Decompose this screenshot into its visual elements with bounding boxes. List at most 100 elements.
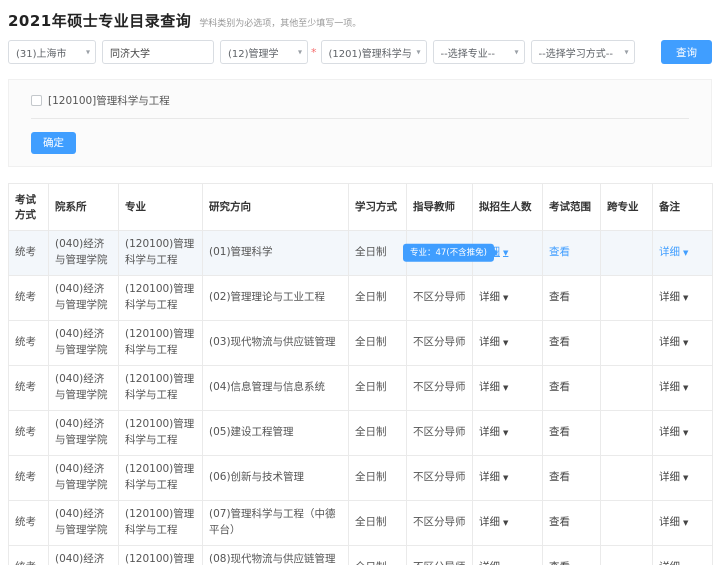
caret-down-icon: ▼ [503,338,509,347]
exam-scope-view-link[interactable]: 查看 [549,516,570,528]
advisor-cell: 不区分导师 [413,290,466,303]
caret-down-icon: ▼ [503,248,509,257]
remarks-detail-link[interactable]: 详细▼ [659,291,688,303]
discipline-category-select[interactable]: (12)管理学 ▾ [220,40,308,64]
major-cell: (120100)管理科学与工程 [125,508,195,536]
column-header-advisor: 指导教师 [406,182,473,231]
study-mode-cell: 全日制 [355,335,387,348]
remarks-detail-link[interactable]: 详细▼ [659,246,688,258]
major-cell: (120100)管理科学与工程 [125,328,195,356]
caret-down-icon: ▼ [683,248,689,257]
checkbox-icon[interactable] [31,95,42,106]
remarks-detail-link[interactable]: 详细▼ [659,516,688,528]
remarks-detail-link[interactable]: 详细▼ [659,336,688,348]
enrollment-detail-link[interactable]: 详细▼ [479,471,508,483]
department-cell: (040)经济与管理学院 [55,463,108,491]
research-direction-cell: (01)管理科学 [209,245,273,258]
study-mode-select-value: --选择学习方式-- [538,48,613,60]
department-cell: (040)经济与管理学院 [55,553,105,565]
advisor-cell: 不区分导师 [413,425,466,438]
department-cell: (040)经济与管理学院 [55,238,108,266]
caret-down-icon: ▼ [683,293,689,302]
exam-type-cell: 统考 [15,245,36,258]
table-row: 统考 (040)经济与管理学院 (120100)管理科学与工程 (04)信息管理… [8,364,713,411]
cross-major-cell [600,409,653,456]
required-asterisk: * [311,45,317,59]
major-select-value: --选择专业-- [440,48,495,60]
major-cell: (120100)管理科学与工程 [125,463,195,491]
cross-major-cell [600,364,653,411]
column-header-research-direction: 研究方向 [202,182,349,231]
study-mode-select[interactable]: --选择学习方式-- ▾ [530,40,635,64]
major-cell: (120100)管理科学与工程 [125,418,195,446]
province-select[interactable]: (31)上海市 ▾ [8,40,96,64]
exam-scope-view-link[interactable]: 查看 [549,471,570,483]
enrollment-detail-link[interactable]: 详细▼ [479,336,508,348]
exam-scope-view-link[interactable]: 查看 [549,381,570,393]
chevron-down-icon: ▾ [624,47,629,57]
exam-scope-view-link[interactable]: 查看 [549,561,570,565]
exam-scope-view-link[interactable]: 查看 [549,336,570,348]
enrollment-detail-label: 详细 [479,425,500,438]
major-select[interactable]: --选择专业-- ▾ [432,40,525,64]
table-body: 统考 (040)经济与管理学院 (120100)管理科学与工程 (01)管理科学… [8,229,713,565]
chevron-down-icon: ▾ [85,47,90,57]
caret-down-icon: ▼ [503,428,509,437]
remarks-detail-link[interactable]: 详细▼ [659,426,688,438]
caret-down-icon: ▼ [503,293,509,302]
remarks-detail-link[interactable]: 详细▼ [659,381,688,393]
exam-scope-view-link[interactable]: 查看 [549,426,570,438]
column-header-exam-scope: 考试范围 [542,182,601,231]
enrollment-detail-label: 详细 [479,335,500,348]
university-input[interactable] [102,40,214,64]
cross-major-cell [600,274,653,321]
remarks-detail-label: 详细 [659,425,680,438]
table-row: 统考 (040)经济与管理学院 (120100)管理科学与工程 (03)现代物流… [8,319,713,366]
table-header-row: 考试方式 院系所 专业 研究方向 学习方式 指导教师 拟招生人数 考试范围 跨专… [8,182,713,231]
enrollment-detail-link[interactable]: 详细▼ [479,516,508,528]
column-header-cross-major: 跨专业 [600,182,653,231]
column-header-study-mode: 学习方式 [348,182,407,231]
enrollment-detail-label: 详细 [479,470,500,483]
research-direction-cell: (07)管理科学与工程（中德平台） [209,508,336,536]
enrollment-detail-link[interactable]: 详细▼ [479,291,508,303]
table-row: 统考 (040)经济与管理学院 (120100)管理科学与工程 (08)现代物流… [8,544,713,565]
major-cell: (120100)管理科学与工程 [125,283,195,311]
discipline-select-value: (1201)管理科学与 [328,48,412,60]
major-cell: (120100)管理科学与工程 [125,553,195,565]
study-mode-cell: 全日制 [355,380,387,393]
caret-down-icon: ▼ [683,518,689,527]
major-checkbox-row[interactable]: [120100]管理科学与工程 [31,89,689,118]
enrollment-detail-link[interactable]: 详细▼ [479,426,508,438]
province-select-value: (31)上海市 [16,48,67,60]
remarks-detail-link[interactable]: 详细▼ [659,471,688,483]
panel-divider [31,118,689,119]
study-mode-cell: 全日制 [355,245,387,258]
remarks-detail-label: 详细 [659,245,680,258]
exam-scope-view-link[interactable]: 查看 [549,291,570,303]
page-title: 2021年硕士专业目录查询 [8,12,192,30]
exam-scope-view-link[interactable]: 查看 [549,246,570,258]
enrollment-detail-link[interactable]: 详细▼ [479,561,508,565]
department-cell: (040)经济与管理学院 [55,373,108,401]
page-header: 2021年硕士专业目录查询 学科类别为必选项，其他至少填写一项。 [8,8,712,31]
enrollment-detail-label: 详细 [479,290,500,303]
discipline-select[interactable]: (1201)管理科学与 ▾ [320,40,427,64]
remarks-detail-link[interactable]: 详细▼ [659,561,688,565]
filter-bar: (31)上海市 ▾ (12)管理学 ▾ * (1201)管理科学与 ▾ --选择… [8,40,712,64]
research-direction-cell: (02)管理理论与工业工程 [209,290,326,303]
enrollment-detail-label: 详细 [479,515,500,528]
research-direction-cell: (08)现代物流与供应链管理（中德美项目） [209,553,336,565]
remarks-detail-label: 详细 [659,290,680,303]
cross-major-cell [600,229,653,276]
exam-type-cell: 统考 [15,561,36,565]
caret-down-icon: ▼ [503,383,509,392]
cross-major-cell [600,319,653,366]
caret-down-icon: ▼ [503,473,509,482]
catalog-query-page: 2021年硕士专业目录查询 学科类别为必选项，其他至少填写一项。 (31)上海市… [0,0,720,565]
confirm-button[interactable]: 确定 [31,131,76,154]
search-button[interactable]: 查询 [661,40,712,64]
cross-major-cell [600,499,653,546]
enrollment-detail-label: 详细 [479,561,500,565]
enrollment-detail-link[interactable]: 详细▼ [479,381,508,393]
